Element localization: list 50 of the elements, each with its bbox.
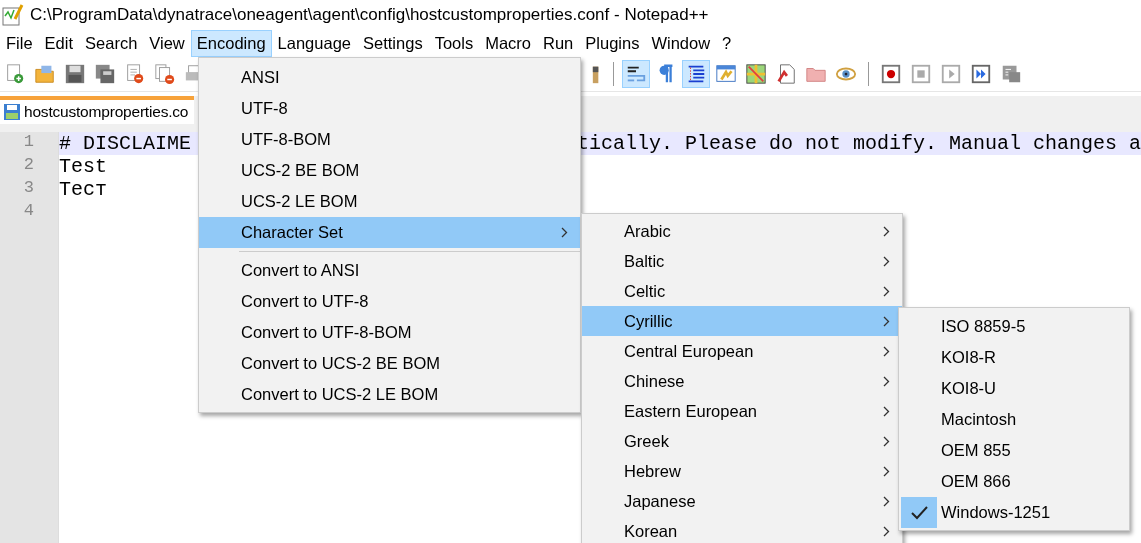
menu-item[interactable]: Convert to UTF-8-BOM — [199, 317, 580, 348]
menu-item[interactable]: File — [0, 30, 39, 57]
menu-item[interactable]: Search — [79, 30, 144, 57]
menu-item[interactable]: UTF-8 — [199, 93, 580, 124]
line-number: 2 — [22, 155, 35, 176]
menu-item[interactable]: UCS-2 BE BOM — [199, 155, 580, 186]
menu-item[interactable]: Celtic — [582, 276, 902, 306]
line-number: 4 — [22, 201, 35, 222]
menu-item[interactable]: Eastern European — [582, 396, 902, 426]
menu-item[interactable]: Convert to UTF-8 — [199, 286, 580, 317]
menu-item[interactable]: Japanese — [582, 486, 902, 516]
code-text: Тест — [58, 178, 107, 201]
menu-item[interactable]: Macro — [479, 30, 537, 57]
menu-item[interactable]: Plugins — [579, 30, 646, 57]
menu-item[interactable]: Language — [271, 30, 357, 57]
menu-item[interactable]: Windows-1251 — [899, 497, 1129, 528]
code-text: # DISCLAIME — [58, 132, 191, 155]
menu-item[interactable]: OEM 866 — [899, 466, 1129, 497]
menu-item[interactable]: Encoding — [190, 30, 272, 57]
menu-item[interactable]: Cyrillic — [582, 306, 902, 336]
menu-item[interactable]: OEM 855 — [899, 435, 1129, 466]
code-text: Test — [58, 155, 107, 178]
menu-item[interactable]: ISO 8859-5 — [899, 311, 1129, 342]
menu-item[interactable]: Run — [537, 30, 580, 57]
menu-item[interactable]: Macintosh — [899, 404, 1129, 435]
menu-item[interactable]: Settings — [357, 30, 429, 57]
menu-item[interactable]: Convert to UCS-2 BE BOM — [199, 348, 580, 379]
menu-item[interactable]: Central European — [582, 336, 902, 366]
menu-item[interactable]: Hebrew — [582, 456, 902, 486]
file-tab[interactable]: hostcustomproperties.co — [0, 96, 194, 124]
line-number: 1 — [22, 132, 35, 153]
menu-item[interactable]: Tools — [428, 30, 480, 57]
menu-item[interactable]: Chinese — [582, 366, 902, 396]
menu-item[interactable]: Arabic — [582, 216, 902, 246]
menu-item[interactable]: Korean — [582, 516, 902, 543]
menu-item[interactable]: Baltic — [582, 246, 902, 276]
menu-item[interactable]: Character Set — [199, 217, 580, 248]
menu-item[interactable]: ANSI — [199, 62, 580, 93]
menu-item[interactable]: UCS-2 LE BOM — [199, 186, 580, 217]
menu-item[interactable]: KOI8-R — [899, 342, 1129, 373]
menu-item[interactable]: View — [143, 30, 191, 57]
menu-item[interactable]: ? — [716, 30, 738, 57]
menu-item[interactable]: Window — [645, 30, 717, 57]
line-number: 3 — [22, 178, 35, 199]
menu-item[interactable]: KOI8-U — [899, 373, 1129, 404]
menu-item[interactable]: Greek — [582, 426, 902, 456]
window-title: C:\ProgramData\dynatrace\oneagent\agent\config\hostcustomproperties.conf - Notepad++ — [30, 5, 709, 25]
menu-item[interactable]: Convert to ANSI — [199, 255, 580, 286]
menu-item[interactable]: Convert to UCS-2 LE BOM — [199, 379, 580, 410]
menu-item[interactable]: Edit — [38, 30, 80, 57]
